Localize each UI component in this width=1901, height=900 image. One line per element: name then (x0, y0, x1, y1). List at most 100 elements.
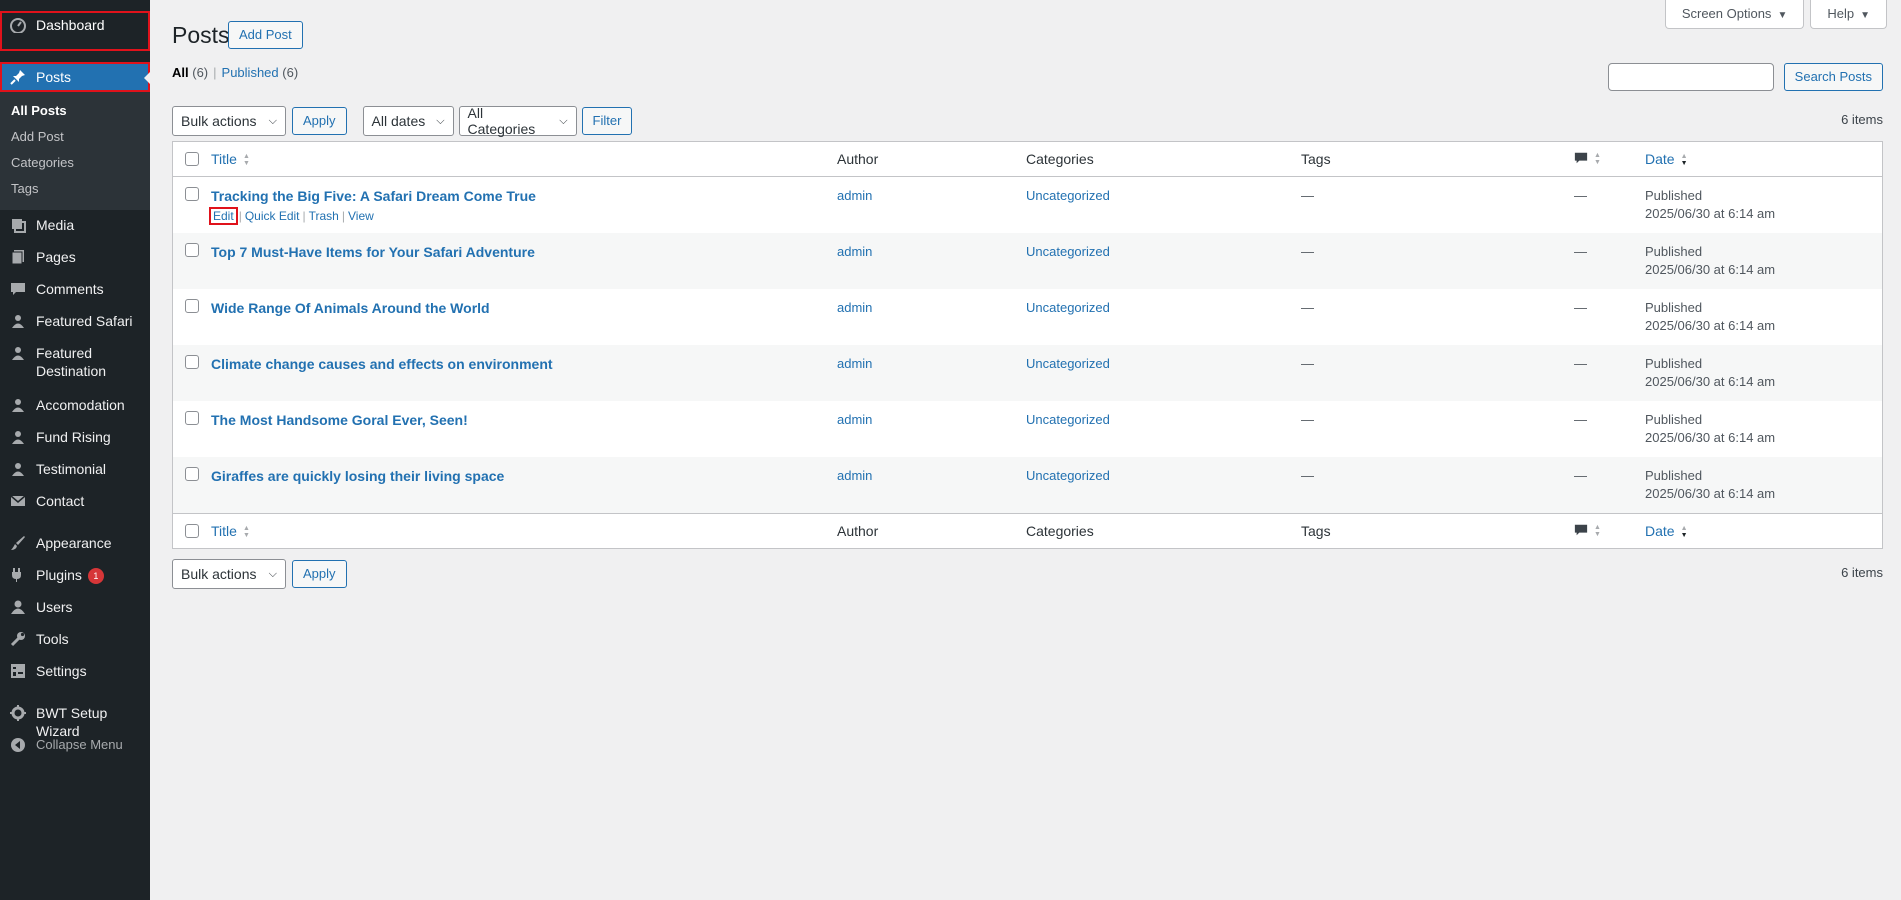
category-link[interactable]: Uncategorized (1026, 244, 1110, 259)
search-input[interactable] (1607, 63, 1774, 91)
category-link[interactable]: Uncategorized (1026, 356, 1110, 371)
sort-title-link[interactable]: Title (211, 151, 237, 167)
row-checkbox[interactable] (185, 187, 199, 201)
sort-icon: ▲ ▼ (1680, 525, 1688, 540)
users-group-icon (10, 313, 26, 329)
sidebar-item-users[interactable]: Users (0, 592, 150, 624)
screen-options-button[interactable]: Screen Options ▼ (1664, 0, 1805, 29)
apply-button[interactable]: Apply (292, 560, 347, 588)
comments-value: — (1574, 468, 1587, 483)
edit-link[interactable]: Edit (209, 207, 238, 225)
apply-button[interactable]: Apply (292, 107, 347, 135)
submenu-item-add-post[interactable]: Add Post (0, 124, 150, 150)
author-link[interactable]: admin (837, 300, 872, 315)
author-link[interactable]: admin (837, 188, 872, 203)
bulk-actions-select[interactable]: Bulk actions ⌵ (172, 559, 286, 589)
post-title-link[interactable]: Giraffes are quickly losing their living… (211, 468, 504, 484)
action-separator: | (238, 209, 242, 223)
view-published-link[interactable]: Published (6) (222, 65, 299, 80)
sort-title-link[interactable]: Title (211, 523, 237, 539)
select-all-checkbox[interactable] (185, 524, 199, 538)
add-post-button[interactable]: Add Post (228, 21, 303, 49)
sort-date-link[interactable]: Date (1645, 523, 1675, 539)
view-all-link[interactable]: All (6) (172, 65, 208, 80)
post-date: 2025/06/30 at 6:14 am (1645, 262, 1776, 277)
header-date[interactable]: Date ▲ ▼ (1645, 151, 1882, 167)
author-link[interactable]: admin (837, 468, 872, 483)
author-link[interactable]: admin (837, 412, 872, 427)
header-title[interactable]: Title ▲ ▼ (211, 151, 837, 167)
row-checkbox[interactable] (185, 467, 199, 481)
post-title-link[interactable]: Top 7 Must-Have Items for Your Safari Ad… (211, 244, 535, 260)
collapse-menu-button[interactable]: Collapse Menu (0, 730, 150, 762)
dashboard-icon (10, 17, 26, 33)
footer-date[interactable]: Date ▲ ▼ (1645, 523, 1882, 539)
submenu-item-categories[interactable]: Categories (0, 150, 150, 176)
row-checkbox[interactable] (185, 299, 199, 313)
bulk-actions-select[interactable]: Bulk actions ⌵ (172, 106, 286, 136)
author-link[interactable]: admin (837, 356, 872, 371)
row-checkbox-cell (173, 233, 211, 257)
submenu-item-tags[interactable]: Tags (0, 176, 150, 202)
menu-separator (0, 688, 150, 698)
sidebar-item-appearance[interactable]: Appearance (0, 528, 150, 560)
footer-title[interactable]: Title ▲ ▼ (211, 523, 837, 539)
row-checkbox-cell (173, 457, 211, 481)
sidebar-item-fund-rising[interactable]: Fund Rising (0, 422, 150, 454)
title-cell: Wide Range Of Animals Around the World (211, 289, 837, 317)
chevron-down-icon: ⌵ (268, 567, 277, 580)
title-cell: Climate change causes and effects on env… (211, 345, 837, 373)
quick-edit-link[interactable]: Quick Edit (245, 209, 300, 223)
user-icon (10, 599, 26, 615)
sidebar-item-label: Plugins 1 (36, 560, 104, 584)
row-checkbox[interactable] (185, 243, 199, 257)
categories-cell: Uncategorized (1026, 401, 1301, 429)
category-link[interactable]: Uncategorized (1026, 468, 1110, 483)
sidebar-item-tools[interactable]: Tools (0, 624, 150, 656)
help-button[interactable]: Help ▼ (1810, 0, 1887, 29)
sidebar-item-settings[interactable]: Settings (0, 656, 150, 688)
post-title-link[interactable]: Tracking the Big Five: A Safari Dream Co… (211, 188, 536, 204)
header-comments[interactable]: ▲ ▼ (1574, 151, 1645, 168)
post-date: 2025/06/30 at 6:14 am (1645, 318, 1776, 333)
select-all-checkbox[interactable] (185, 152, 199, 166)
sidebar-item-label: Pages (36, 249, 76, 265)
category-link[interactable]: Uncategorized (1026, 412, 1110, 427)
sidebar-item-comments[interactable]: Comments (0, 274, 150, 306)
search-box: Search Posts (1607, 63, 1883, 91)
sidebar-item-pages[interactable]: Pages (0, 242, 150, 274)
submenu-item-all-posts[interactable]: All Posts (0, 98, 150, 124)
table-row: The Most Handsome Goral Ever, Seen! admi… (173, 401, 1882, 457)
sidebar-item-featured-safari[interactable]: Featured Safari (0, 306, 150, 338)
sidebar-item-testimonial[interactable]: Testimonial (0, 454, 150, 486)
sidebar-item-dashboard[interactable]: Dashboard (0, 11, 150, 51)
sidebar-item-accomodation[interactable]: Accomodation (0, 390, 150, 422)
categories-cell: Uncategorized (1026, 233, 1301, 261)
category-link[interactable]: Uncategorized (1026, 300, 1110, 315)
search-posts-button[interactable]: Search Posts (1783, 63, 1883, 91)
sidebar-item-featured-destination[interactable]: Featured Destination (0, 338, 150, 390)
author-link[interactable]: admin (837, 244, 872, 259)
footer-comments[interactable]: ▲ ▼ (1574, 523, 1645, 540)
categories-filter-select[interactable]: All Categories ⌵ (458, 105, 577, 137)
view-link[interactable]: View (348, 209, 374, 223)
post-title-link[interactable]: Climate change causes and effects on env… (211, 356, 553, 372)
row-checkbox[interactable] (185, 411, 199, 425)
sidebar-item-media[interactable]: Media (0, 210, 150, 242)
trash-link[interactable]: Trash (309, 209, 339, 223)
sidebar-item-bwt-setup-wizard[interactable]: BWT Setup Wizard (0, 698, 150, 739)
sidebar-item-label: Comments (36, 281, 104, 297)
comments-cell: — (1574, 401, 1645, 429)
row-checkbox[interactable] (185, 355, 199, 369)
row-actions: Edit | Quick Edit | Trash | View (209, 207, 837, 225)
sidebar-item-contact[interactable]: Contact (0, 486, 150, 518)
comment-bubble-icon (1574, 523, 1588, 540)
post-title-link[interactable]: Wide Range Of Animals Around the World (211, 300, 490, 316)
sort-date-link[interactable]: Date (1645, 151, 1675, 167)
sidebar-item-plugins[interactable]: Plugins 1 (0, 560, 150, 592)
sidebar-item-posts[interactable]: Posts (0, 62, 151, 92)
post-title-link[interactable]: The Most Handsome Goral Ever, Seen! (211, 412, 468, 428)
dates-filter-select[interactable]: All dates ⌵ (362, 106, 454, 136)
category-link[interactable]: Uncategorized (1026, 188, 1110, 203)
filter-button[interactable]: Filter (581, 107, 633, 135)
